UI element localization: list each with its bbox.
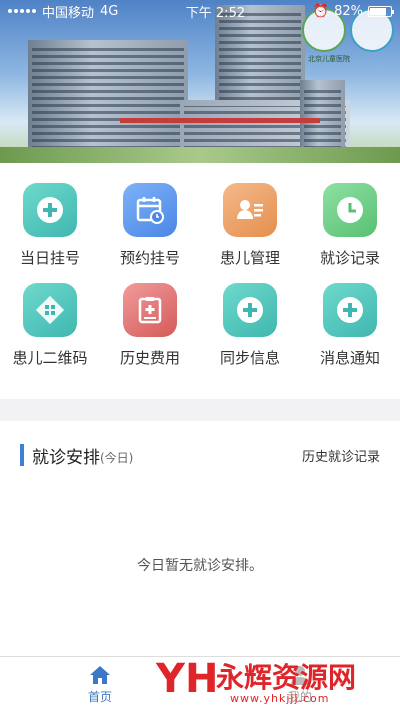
- clock-icon: [323, 183, 377, 237]
- network-label: 4G: [100, 3, 119, 19]
- menu-label: 患儿管理: [219, 249, 280, 267]
- home-icon: [90, 666, 110, 684]
- qr-code-icon: [23, 283, 77, 337]
- section-accent-bar: [20, 444, 24, 466]
- tab-mine-label: 我的: [287, 690, 312, 704]
- status-bar: 中国移动 4G 下午 2:52 ⏰ 82%: [0, 0, 400, 22]
- menu-label: 历史费用: [119, 349, 180, 367]
- plus-icon: [23, 183, 77, 237]
- empty-schedule-message: 今日暂无就诊安排。: [137, 558, 263, 574]
- menu-item-same-day-registration[interactable]: 当日挂号: [0, 183, 100, 283]
- clock: 下午 2:52: [185, 5, 246, 21]
- building-sign: [120, 118, 320, 123]
- schedule-header: 就诊安排 (今日) 历史就诊记录: [0, 443, 400, 468]
- menu-label: 预约挂号: [119, 249, 180, 267]
- menu-item-patient-management[interactable]: 患儿管理: [200, 183, 300, 283]
- schedule-title: 就诊安排: [32, 447, 100, 468]
- building-left: [28, 40, 188, 155]
- menu-item-visit-records[interactable]: 就诊记录: [300, 183, 400, 283]
- tab-home-label: 首页: [87, 690, 112, 704]
- plus-icon: [323, 283, 377, 337]
- battery-percent: 82%: [334, 3, 363, 19]
- signal-icon: [8, 9, 36, 13]
- clipboard-plus-icon: [123, 283, 177, 337]
- user-icon: [291, 666, 309, 685]
- menu-item-patient-qr[interactable]: 患儿二维码: [0, 283, 100, 383]
- menu-label: 同步信息: [219, 349, 280, 367]
- calendar-clock-icon: [123, 183, 177, 237]
- menu-item-sync-info[interactable]: 同步信息: [200, 283, 300, 383]
- tab-home[interactable]: 首页: [0, 657, 200, 710]
- bottom-tab-bar: 首页 我的: [0, 656, 400, 710]
- hospital-banner: 北京儿童医院: [0, 0, 400, 163]
- alarm-icon: ⏰: [312, 3, 330, 19]
- menu-item-history-fees[interactable]: 历史费用: [100, 283, 200, 383]
- history-visits-link[interactable]: 历史就诊记录: [302, 446, 380, 465]
- menu-label: 消息通知: [319, 349, 380, 367]
- schedule-subtitle: (今日): [100, 450, 134, 465]
- menu-label: 就诊记录: [319, 249, 380, 267]
- carrier-label: 中国移动: [42, 5, 95, 21]
- ground-greenery: [0, 147, 400, 163]
- menu-label: 当日挂号: [19, 249, 80, 267]
- hospital-logo-text: 北京儿童医院: [308, 55, 350, 63]
- menu-label: 患儿二维码: [12, 349, 88, 367]
- menu-item-notifications[interactable]: 消息通知: [300, 283, 400, 383]
- visit-schedule-section: 就诊安排 (今日) 历史就诊记录 今日暂无就诊安排。: [0, 421, 400, 656]
- menu-item-appointment[interactable]: 预约挂号: [100, 183, 200, 283]
- battery-icon: [368, 5, 394, 17]
- id-card-icon: [223, 183, 277, 237]
- tab-mine[interactable]: 我的: [200, 657, 400, 710]
- plus-icon: [223, 283, 277, 337]
- feature-grid: 当日挂号 预约挂号 患儿管理 就诊记录 患儿二维码 历史费用 同步信息 消息通知: [0, 163, 400, 399]
- status-right: ⏰ 82%: [312, 3, 394, 19]
